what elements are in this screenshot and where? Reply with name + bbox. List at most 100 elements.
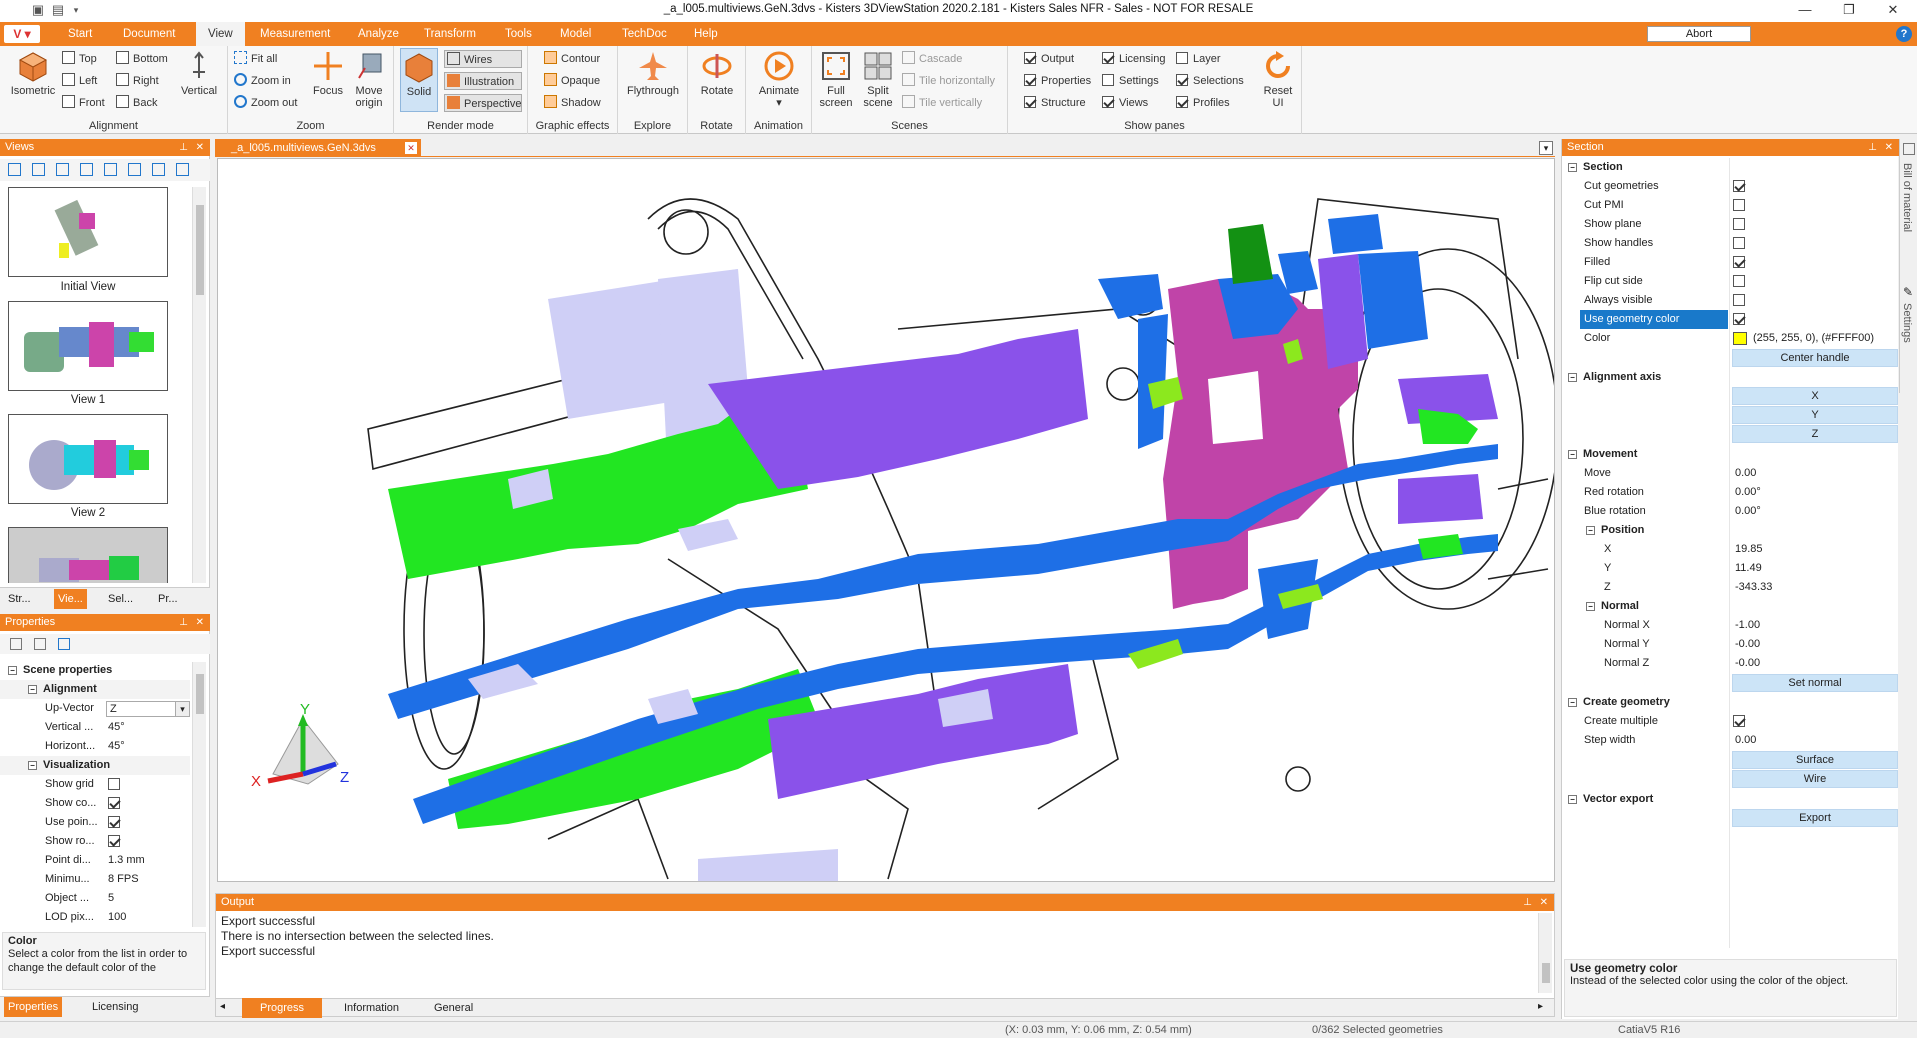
always-visible-checkbox[interactable] [1733, 294, 1745, 306]
horizontal-angle-value[interactable]: 45° [108, 737, 125, 756]
tab-licensing[interactable]: Licensing [88, 997, 142, 1017]
movement-header[interactable]: − Movement [1562, 445, 1902, 464]
blue-rotation-value[interactable]: 0.00° [1735, 502, 1761, 521]
tab-views[interactable]: Vie... [54, 589, 87, 609]
use-geometry-color-label[interactable]: Use geometry color [1580, 310, 1728, 329]
minimize-icon[interactable]: — [1783, 0, 1827, 22]
split-scene-button[interactable]: Split scene [858, 50, 898, 109]
alignment-axis-header[interactable]: − Alignment axis [1562, 368, 1902, 387]
tab-view[interactable]: View [196, 22, 245, 47]
update-view-icon[interactable] [56, 163, 69, 176]
fit-all-button[interactable]: Fit all [234, 50, 277, 68]
contour-button[interactable]: Contour [544, 50, 600, 68]
move-origin-button[interactable]: Move origin [348, 50, 390, 109]
tab-measurement[interactable]: Measurement [252, 22, 338, 46]
show-ro-checkbox[interactable] [108, 835, 120, 847]
scroll-left-icon[interactable]: ◂ [220, 1001, 225, 1012]
solid-button[interactable]: Solid [400, 48, 438, 112]
use-geometry-color-checkbox[interactable] [1733, 313, 1745, 325]
color-swatch[interactable] [1733, 332, 1747, 345]
tab-properties[interactable]: Properties [4, 997, 63, 1017]
vector-export-header[interactable]: − Vector export [1562, 790, 1902, 809]
red-rotation-value[interactable]: 0.00° [1735, 483, 1761, 502]
view-thumb-3[interactable] [8, 527, 168, 583]
licensing-checkbox[interactable] [1102, 52, 1114, 64]
position-z-value[interactable]: -343.33 [1735, 578, 1772, 597]
position-y-value[interactable]: 11.49 [1735, 559, 1762, 578]
next-view-icon[interactable] [152, 163, 165, 176]
zoom-in-button[interactable]: Zoom in [234, 72, 291, 90]
alphabetical-icon[interactable] [34, 638, 46, 650]
view-home-icon[interactable] [8, 163, 21, 176]
app-menu-button[interactable]: V ▾ [4, 25, 40, 43]
scene-properties-header[interactable]: − Scene properties [0, 661, 200, 680]
move-value[interactable]: 0.00 [1735, 464, 1756, 483]
tab-techdoc[interactable]: TechDoc [614, 22, 675, 46]
visualization-header[interactable]: − Visualization [0, 756, 190, 775]
create-multiple-checkbox[interactable] [1733, 715, 1745, 727]
tab-model[interactable]: Model [552, 22, 599, 46]
show-handles-checkbox[interactable] [1733, 237, 1745, 249]
document-tab[interactable]: _a_l005.multiviews.GeN.3dvs ✕ [215, 139, 421, 157]
structure-checkbox[interactable] [1024, 96, 1036, 108]
side-tab-bill-of-material[interactable]: Bill of material [1899, 139, 1917, 299]
pin-icon[interactable]: ⊥ [1868, 139, 1877, 156]
pane-toggle-output[interactable]: Output [1024, 50, 1074, 68]
normal-z-value[interactable]: -0.00 [1735, 654, 1760, 673]
tab-analyze[interactable]: Analyze [350, 22, 407, 46]
close-icon[interactable]: ✕ [1885, 139, 1893, 156]
filled-checkbox[interactable] [1733, 256, 1745, 268]
color-value[interactable]: (255, 255, 0), (#FFFF00) [1753, 329, 1874, 348]
align-z-button[interactable]: Z [1732, 425, 1898, 443]
tab-profiles[interactable]: Pr... [154, 589, 182, 609]
cascade-button[interactable]: Cascade [902, 50, 962, 68]
close-icon[interactable]: ✕ [1540, 894, 1548, 911]
pin-icon[interactable]: ⊥ [1523, 894, 1532, 911]
properties-scrollbar[interactable] [192, 662, 206, 927]
profiles-checkbox[interactable] [1176, 96, 1188, 108]
perspective-button[interactable]: Perspective [444, 94, 522, 112]
minimu-value[interactable]: 8 FPS [108, 870, 139, 889]
full-screen-button[interactable]: Full screen [816, 50, 856, 109]
tab-help[interactable]: Help [686, 22, 726, 46]
properties-checkbox[interactable] [1024, 74, 1036, 86]
normal-y-value[interactable]: -0.00 [1735, 635, 1760, 654]
illustration-button[interactable]: Illustration [444, 72, 522, 90]
cut-geometries-checkbox[interactable] [1733, 180, 1745, 192]
categorized-icon[interactable] [10, 638, 22, 650]
bottom-view-button[interactable]: Bottom [116, 50, 168, 68]
pane-toggle-settings[interactable]: Settings [1102, 72, 1159, 90]
pin-icon[interactable]: ⊥ [179, 614, 188, 631]
show-plane-checkbox[interactable] [1733, 218, 1745, 230]
alignment-header[interactable]: − Alignment [0, 680, 190, 699]
add-view-icon[interactable] [32, 163, 45, 176]
animate-button[interactable]: Animate ▾ [750, 50, 808, 109]
surface-button[interactable]: Surface [1732, 751, 1898, 769]
stop-icon[interactable] [128, 163, 141, 176]
rotate-button[interactable]: Rotate [692, 50, 742, 97]
position-x-value[interactable]: 19.85 [1735, 540, 1763, 559]
tab-document[interactable]: Document [115, 22, 183, 46]
scroll-right-icon[interactable]: ▸ [1538, 1001, 1543, 1012]
opaque-button[interactable]: Opaque [544, 72, 600, 90]
create-geometry-header[interactable]: − Create geometry [1562, 693, 1902, 712]
pane-toggle-profiles[interactable]: Profiles [1176, 94, 1230, 112]
settings-checkbox[interactable] [1102, 74, 1114, 86]
tab-information[interactable]: Information [326, 998, 417, 1018]
tab-start[interactable]: Start [60, 22, 100, 46]
view-thumb-initial[interactable] [8, 187, 168, 277]
upvector-select[interactable]: Z ▾ [106, 701, 190, 717]
abort-button[interactable]: Abort [1647, 26, 1751, 42]
restore-icon[interactable]: ❐ [1827, 0, 1871, 22]
close-icon[interactable]: ✕ [1871, 0, 1915, 22]
vertical-button[interactable]: Vertical [176, 50, 222, 97]
output-scrollbar[interactable] [1538, 913, 1552, 993]
position-header[interactable]: − Position [1562, 521, 1902, 540]
use-poin-checkbox[interactable] [108, 816, 120, 828]
tab-general[interactable]: General [416, 998, 491, 1018]
vertical-angle-value[interactable]: 45° [108, 718, 125, 737]
pin-icon[interactable]: ⊥ [179, 139, 188, 156]
cut-pmi-checkbox[interactable] [1733, 199, 1745, 211]
filter-icon[interactable] [58, 638, 70, 650]
pane-toggle-structure[interactable]: Structure [1024, 94, 1086, 112]
